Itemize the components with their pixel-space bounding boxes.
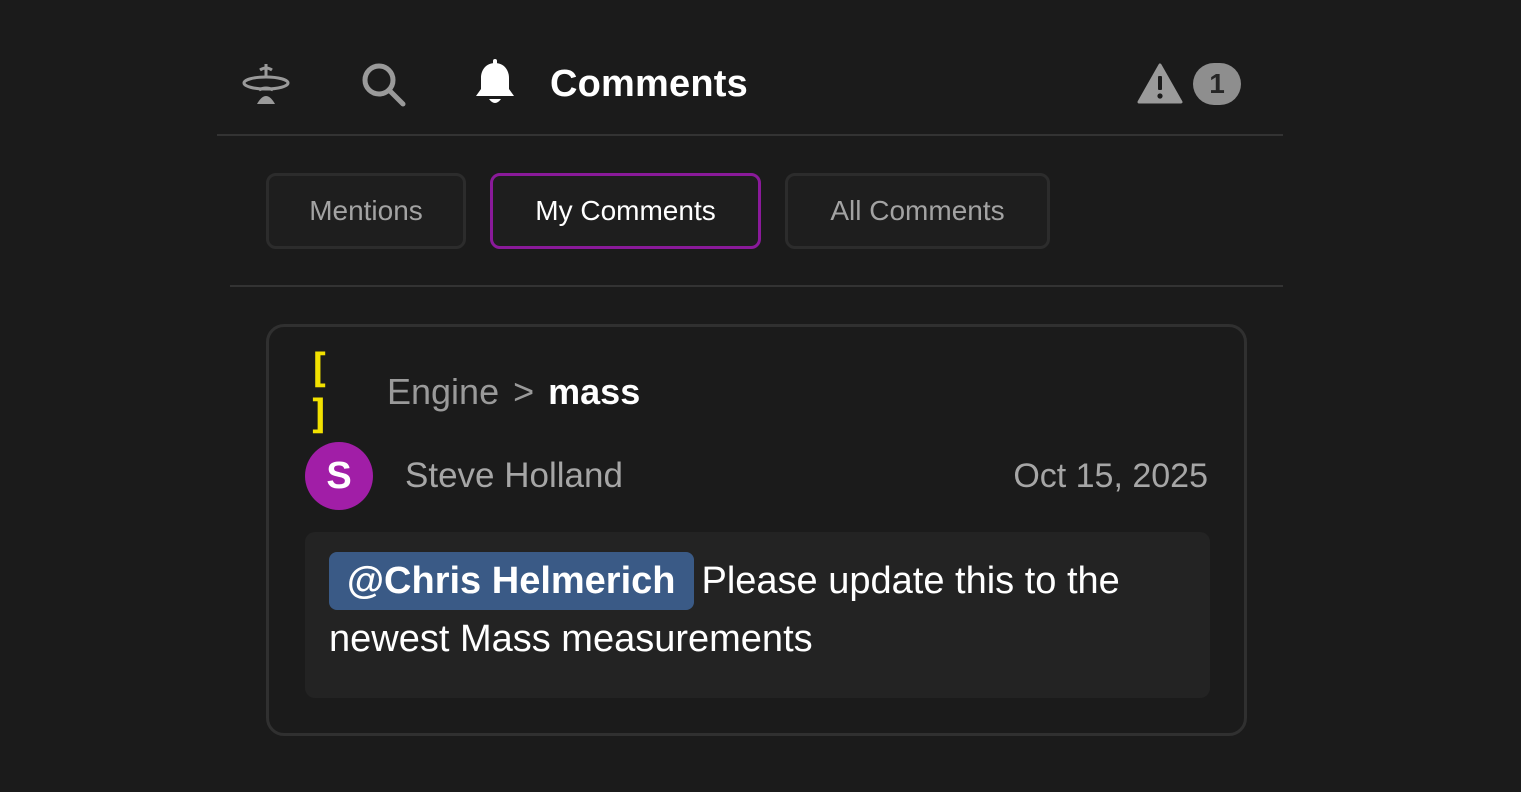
alert-count-badge[interactable]: 1 (1193, 63, 1241, 105)
brackets-icon: [ ] (307, 346, 334, 438)
tab-my-comments[interactable]: My Comments (490, 173, 761, 249)
search-icon[interactable] (358, 59, 408, 109)
mention-tag[interactable]: @Chris Helmerich (329, 552, 694, 610)
comment-body: @Chris Helmerich Please update this to th… (305, 532, 1210, 698)
breadcrumb: Engine > mass (387, 369, 640, 415)
alert-icon[interactable] (1137, 62, 1183, 106)
tab-all-comments[interactable]: All Comments (785, 173, 1050, 249)
page-title: Comments (550, 63, 748, 105)
bell-icon[interactable] (472, 59, 518, 109)
breadcrumb-current[interactable]: mass (548, 371, 640, 413)
comment-date: Oct 15, 2025 (1013, 457, 1208, 495)
avatar: S (305, 442, 373, 510)
top-bar: Comments 1 (217, 34, 1283, 136)
comment-filter-tabs: Mentions My Comments All Comments (230, 160, 1283, 287)
tab-mentions[interactable]: Mentions (266, 173, 466, 249)
author-name: Steve Holland (405, 456, 623, 495)
breadcrumb-separator: > (513, 371, 535, 412)
logo-icon[interactable] (241, 60, 291, 110)
comment-card[interactable]: [ ] Engine > mass S Steve Holland Oct 15… (266, 324, 1247, 736)
breadcrumb-parent[interactable]: Engine (387, 371, 499, 413)
